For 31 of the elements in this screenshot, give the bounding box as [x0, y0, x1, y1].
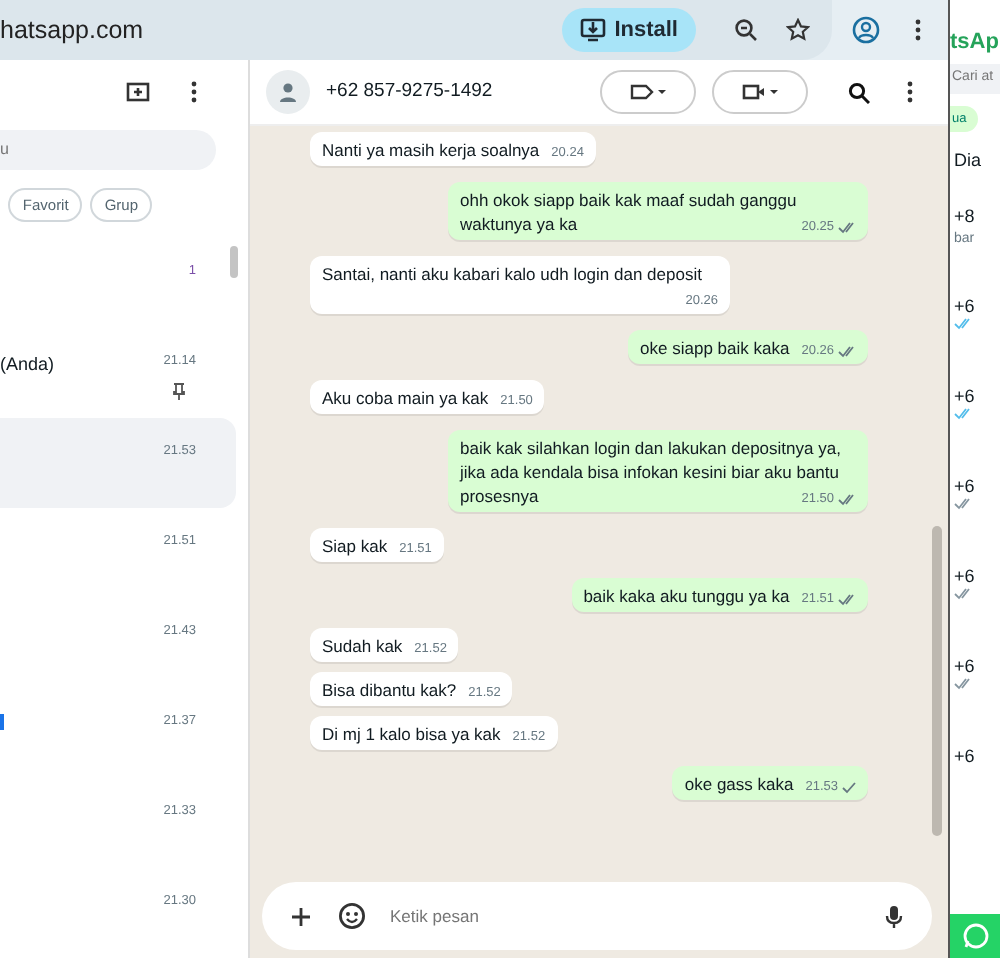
video-camera-icon: [742, 84, 778, 100]
address-bar[interactable]: hatsapp.com: [0, 11, 144, 49]
install-button[interactable]: Install: [562, 8, 696, 52]
search-field[interactable]: u: [0, 129, 216, 170]
avatar-icon[interactable]: [266, 70, 310, 114]
contact-name[interactable]: +62 857-9275-1492: [326, 77, 584, 107]
chat-name: +6: [954, 473, 977, 498]
chat-name: +6: [954, 563, 977, 588]
label-button[interactable]: [600, 70, 696, 114]
double-check-icon: [954, 317, 972, 330]
message-field[interactable]: Ketik pesan: [386, 901, 860, 931]
double-check-icon: [954, 407, 972, 420]
chat-name: (Anda): [0, 352, 57, 378]
chat-name: +6: [954, 743, 977, 768]
double-check-icon: [954, 497, 972, 510]
chat-name: +8: [954, 203, 977, 228]
message-bar[interactable]: Ketik pesan: [262, 882, 932, 950]
label-icon: [630, 84, 666, 100]
scrollbar[interactable]: [932, 526, 942, 836]
scrollbar[interactable]: [230, 246, 238, 278]
download-icon: [580, 18, 607, 42]
chat-name: +6: [954, 293, 977, 318]
profile-icon[interactable]: [848, 12, 884, 48]
section-heading: Dia: [952, 148, 984, 175]
double-check-icon: [954, 587, 972, 600]
chat-name: +6: [954, 383, 977, 408]
chat-name: +6: [954, 653, 977, 678]
sticker-icon[interactable]: [334, 898, 370, 934]
app-title: tsAp: [950, 28, 1000, 58]
double-check-icon: [954, 677, 972, 690]
video-call-button[interactable]: [712, 70, 808, 114]
